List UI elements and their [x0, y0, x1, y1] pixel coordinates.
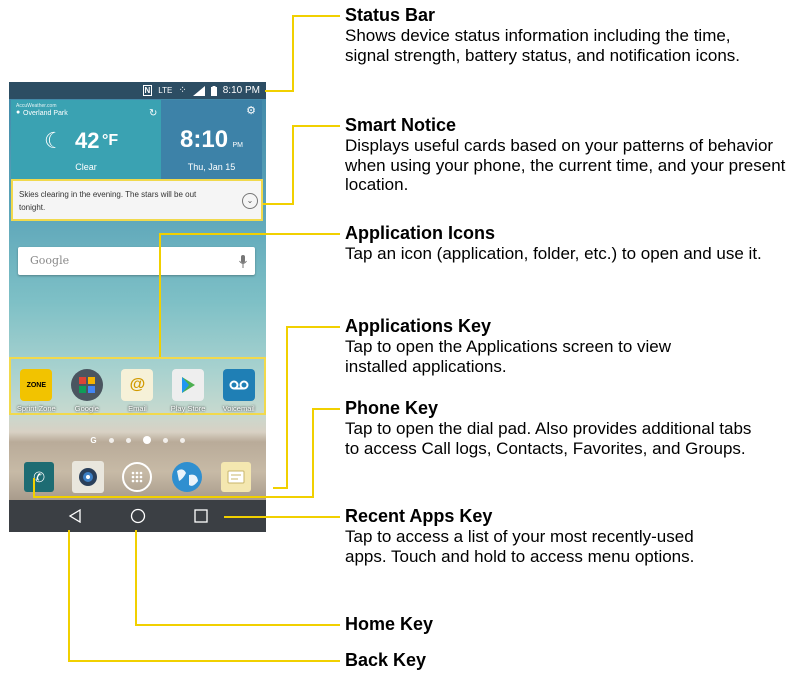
callout-smart-notice-title: Smart Notice	[345, 115, 457, 135]
leader-smart-notice	[263, 125, 340, 205]
leader-applications-key	[273, 326, 340, 489]
callout-status-bar-desc: Shows device status information includin…	[345, 26, 741, 65]
callout-recent-apps-key-desc: Tap to access a list of your most recent…	[345, 527, 695, 566]
leader-back-key	[68, 530, 340, 662]
callout-application-icons-title: Application Icons	[345, 223, 496, 243]
callout-application-icons-desc: Tap an icon (application, folder, etc.) …	[345, 244, 762, 263]
callout-status-bar-title: Status Bar	[345, 5, 436, 25]
callout-back-key-title: Back Key	[345, 650, 427, 670]
callout-applications-key-desc: Tap to open the Applications screen to v…	[345, 337, 672, 376]
callout-home-key-title: Home Key	[345, 614, 434, 634]
leader-status-bar	[265, 15, 340, 92]
callout-phone-key-desc: Tap to open the dial pad. Also provides …	[345, 419, 752, 458]
leader-application-icons	[159, 233, 340, 357]
callout-recent-apps-key-title: Recent Apps Key	[345, 506, 493, 526]
leader-phone-key	[33, 408, 340, 498]
leader-home-key	[135, 530, 340, 626]
callout-applications-key-title: Applications Key	[345, 316, 492, 336]
callout-smart-notice-desc: Displays useful cards based on your patt…	[345, 136, 786, 194]
callout-phone-key-title: Phone Key	[345, 398, 439, 418]
